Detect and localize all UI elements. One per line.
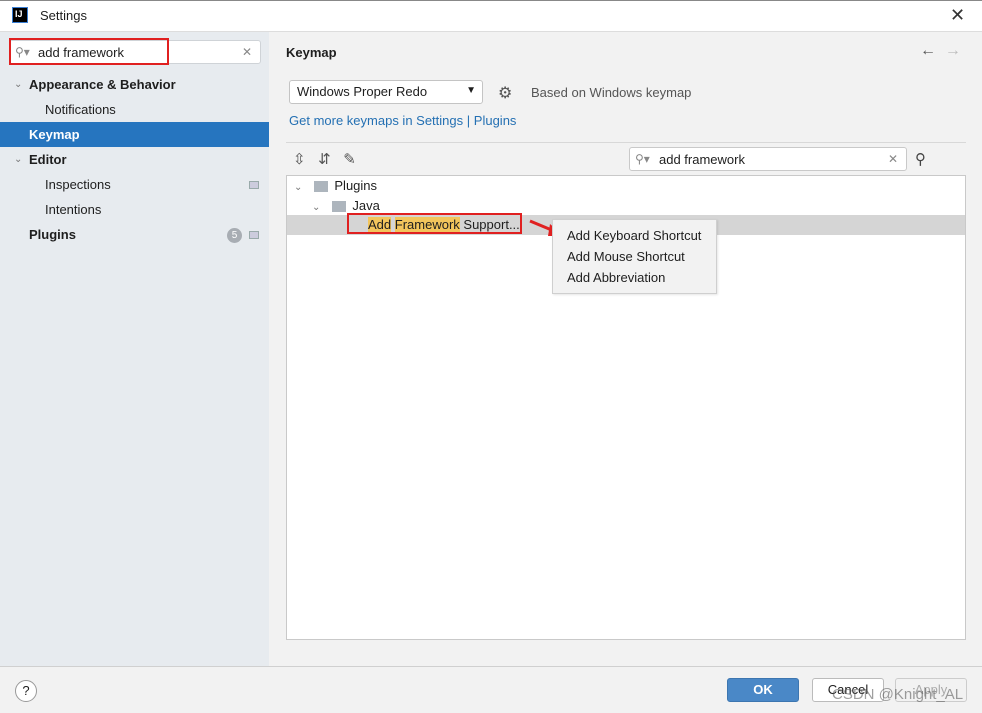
forward-arrow-icon[interactable]: → xyxy=(945,42,961,59)
get-more-keymaps-link[interactable]: Get more keymaps in Settings xyxy=(289,113,463,128)
keymap-value: Windows Proper Redo xyxy=(297,84,428,99)
sidebar-item-label: Editor xyxy=(29,152,67,167)
sidebar-item-intentions[interactable]: Intentions xyxy=(0,197,269,222)
sidebar-item-label: Intentions xyxy=(45,202,102,217)
project-scope-icon xyxy=(249,181,259,189)
expand-all-icon[interactable]: ⇳ xyxy=(293,151,306,168)
sidebar-item-label: Appearance & Behavior xyxy=(29,77,176,92)
clear-icon[interactable]: ✕ xyxy=(242,45,252,59)
edit-icon[interactable]: ✎ xyxy=(343,151,356,168)
sidebar-item-label: Plugins xyxy=(29,227,76,242)
context-menu: Add Keyboard Shortcut Add Mouse Shortcut… xyxy=(552,219,717,294)
link-separator: | xyxy=(466,113,471,128)
back-arrow-icon[interactable]: ← xyxy=(920,42,936,59)
count-badge: 5 xyxy=(227,228,242,243)
sidebar-item-label: Inspections xyxy=(45,177,111,192)
chevron-down-icon: ⌄ xyxy=(14,154,23,165)
tree-toolbar: ⇳ ⇵ ✎ xyxy=(293,150,356,168)
ok-button[interactable]: OK xyxy=(727,678,799,702)
chevron-down-icon: ⌄ xyxy=(312,202,321,213)
based-on-label: Based on Windows keymap xyxy=(531,85,692,100)
plugins-link[interactable]: Plugins xyxy=(474,113,517,128)
page-title: Keymap xyxy=(286,45,337,60)
tree-node-label: Java xyxy=(352,198,380,213)
find-shortcut-icon[interactable]: ⚲ xyxy=(915,150,926,168)
project-scope-icon xyxy=(249,231,259,239)
annotation-box xyxy=(9,38,169,65)
nav-arrows: ← → xyxy=(920,42,961,60)
close-icon[interactable]: ✕ xyxy=(950,5,965,26)
menu-item-add-mouse-shortcut[interactable]: Add Mouse Shortcut xyxy=(567,246,685,267)
search-icon: ⚲▾ xyxy=(635,152,650,166)
folder-icon xyxy=(314,181,329,193)
gear-icon[interactable]: ⚙ xyxy=(498,83,512,103)
sidebar-item-inspections[interactable]: Inspections xyxy=(0,172,269,197)
sidebar-item-keymap[interactable]: Keymap xyxy=(0,122,269,147)
sidebar-item-editor[interactable]: ⌄ Editor xyxy=(0,147,269,172)
chevron-down-icon: ⌄ xyxy=(294,182,303,193)
folder-icon xyxy=(332,201,347,213)
help-button[interactable]: ? xyxy=(15,680,37,702)
sidebar-item-label: Keymap xyxy=(29,127,80,142)
app-logo: IJ xyxy=(12,7,28,23)
window-title: Settings xyxy=(40,8,87,23)
divider xyxy=(286,142,966,143)
menu-item-add-abbreviation[interactable]: Add Abbreviation xyxy=(567,267,665,288)
links: Get more keymaps in Settings | Plugins xyxy=(289,113,516,128)
title-bar xyxy=(0,0,982,32)
annotation-box xyxy=(347,213,522,234)
collapse-all-icon[interactable]: ⇵ xyxy=(318,151,331,168)
chevron-down-icon: ⌄ xyxy=(14,79,23,90)
sidebar-item-label: Notifications xyxy=(45,102,116,117)
keymap-select[interactable]: Windows Proper Redo ▼ xyxy=(289,80,483,104)
dropdown-arrow-icon: ▼ xyxy=(466,85,476,96)
clear-icon[interactable]: ✕ xyxy=(888,152,898,166)
sidebar-item-plugins[interactable]: Plugins 5 xyxy=(0,222,269,247)
sidebar-item-appearance[interactable]: ⌄ Appearance & Behavior xyxy=(0,72,269,97)
watermark: CSDN @Knight_AL xyxy=(832,686,964,703)
menu-item-add-keyboard-shortcut[interactable]: Add Keyboard Shortcut xyxy=(567,225,701,246)
tree-node-plugins[interactable]: ⌄ Plugins xyxy=(287,176,965,196)
keymap-search-input[interactable]: ⚲▾ add framework ✕ xyxy=(629,147,907,171)
tree-node-label: Plugins xyxy=(334,178,378,193)
sidebar-item-notifications[interactable]: Notifications xyxy=(0,97,269,122)
search-value: add framework xyxy=(659,152,745,167)
